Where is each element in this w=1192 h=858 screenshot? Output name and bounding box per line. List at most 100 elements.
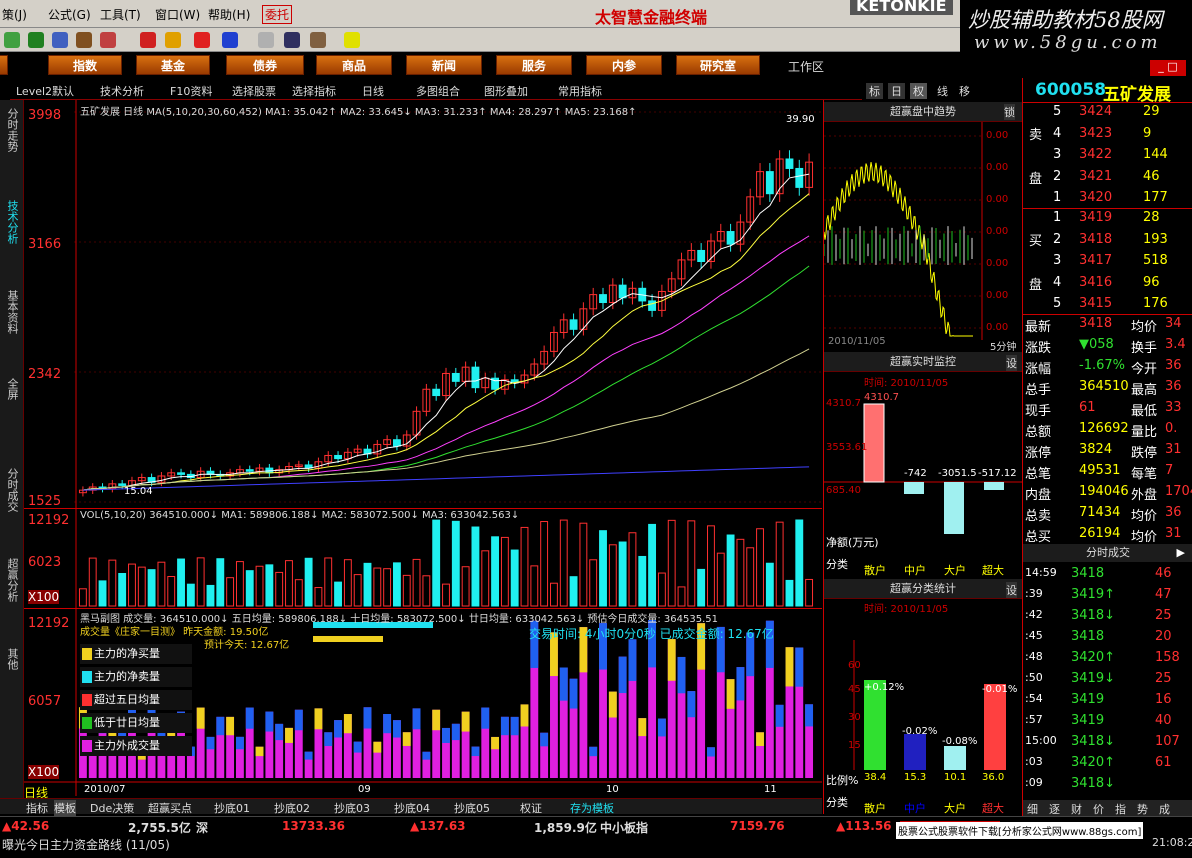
tab-fullscreen[interactable]: 全屏 [6, 378, 19, 400]
binoculars-icon[interactable] [76, 32, 92, 48]
deep-bar-top [226, 716, 235, 736]
btab-save-template[interactable]: 存为模板 [570, 800, 614, 816]
btab-bottom02[interactable]: 抄底02 [274, 800, 310, 816]
select-stock-btn[interactable]: 选择股票 [232, 83, 276, 99]
tab-rights[interactable]: 权 [910, 83, 927, 99]
deep-bar-top [618, 656, 627, 694]
icon-button-1[interactable] [4, 32, 20, 48]
menu-formula[interactable]: 公式(G) [48, 6, 91, 23]
panel3-set-btn[interactable]: 设 [1006, 582, 1017, 598]
icon-button-2[interactable] [28, 32, 44, 48]
nav-research[interactable]: 研究室 [676, 55, 760, 75]
btab-dde[interactable]: Dde决策 [90, 800, 134, 816]
btab-template[interactable]: 模板 [54, 800, 76, 816]
btab-bottom05[interactable]: 抄底05 [454, 800, 490, 816]
right-tab-5[interactable]: 势 [1137, 801, 1148, 817]
right-tab-6[interactable]: 成 [1159, 801, 1170, 817]
icon-button-3[interactable] [52, 32, 68, 48]
level2-select[interactable]: Level2默认 [16, 83, 74, 99]
right-tab-1[interactable]: 逐 [1049, 801, 1060, 817]
icon-button-7[interactable] [165, 32, 181, 48]
tab-day[interactable]: 日 [888, 83, 905, 99]
volume-bar [648, 523, 657, 607]
ask-price[interactable]: 3423 [1079, 126, 1112, 141]
tab-line[interactable]: 线 [934, 83, 951, 99]
bid-price[interactable]: 3419 [1079, 210, 1112, 225]
period-select[interactable]: 日线 [362, 83, 384, 99]
right-tab-4[interactable]: 指 [1115, 801, 1126, 817]
volume-bar [167, 576, 176, 607]
tick-time: :45 [1025, 629, 1043, 642]
ask-price[interactable]: 3420 [1079, 190, 1112, 205]
tech-analysis-btn[interactable]: 技术分析 [100, 83, 144, 99]
right-tab-0[interactable]: 细 [1027, 801, 1038, 817]
common-indicator-btn[interactable]: 常用指标 [558, 83, 602, 99]
workspace-label[interactable]: 工作区 [788, 58, 824, 75]
btab-indicator[interactable]: 指标 [26, 800, 48, 816]
candle-body [245, 469, 254, 472]
tab-trades[interactable]: 分时成交 [6, 468, 19, 512]
nav-index[interactable]: 指数 [48, 55, 122, 75]
bid-price[interactable]: 3415 [1079, 296, 1112, 311]
nav-insider[interactable]: 内参 [586, 55, 662, 75]
nav-service[interactable]: 服务 [496, 55, 572, 75]
icon-button-8[interactable] [194, 32, 210, 48]
nav-first[interactable] [0, 55, 8, 75]
tab-move[interactable]: 移 [956, 83, 973, 99]
help-icon[interactable] [344, 32, 360, 48]
overlay-btn[interactable]: 图形叠加 [484, 83, 528, 99]
tab-mark[interactable]: 标 [866, 83, 883, 99]
menu-tools[interactable]: 工具(T) [100, 6, 141, 23]
tab-super-analysis[interactable]: 超赢分析 [6, 558, 19, 602]
play-icon[interactable]: ▶ [1177, 544, 1185, 562]
bid-price[interactable]: 3418 [1079, 232, 1112, 247]
bid-price[interactable]: 3416 [1079, 275, 1112, 290]
menu-policy[interactable]: 策(J) [2, 6, 27, 23]
chart-icon[interactable] [310, 32, 326, 48]
icon-button-10[interactable] [258, 32, 274, 48]
right-tab-2[interactable]: 财 [1071, 801, 1082, 817]
bid-price[interactable]: 3417 [1079, 253, 1112, 268]
volume-bar [118, 573, 127, 607]
right-tab-3[interactable]: 价 [1093, 801, 1104, 817]
window-controls[interactable]: _ □ [1150, 60, 1186, 76]
btab-warrant[interactable]: 权证 [520, 800, 542, 816]
tab-technical[interactable]: 技术分析 [6, 200, 19, 244]
deep-bar-top [726, 679, 735, 709]
nav-commodity[interactable]: 商品 [316, 55, 392, 75]
tab-fundamentals[interactable]: 基本资料 [6, 290, 19, 334]
menu-entrust[interactable]: 委托 [262, 5, 293, 24]
btab-buypoint[interactable]: 超赢买点 [148, 800, 192, 816]
btab-bottom04[interactable]: 抄底04 [394, 800, 430, 816]
menu-help[interactable]: 帮助(H) [208, 6, 250, 23]
deep-bar-top [510, 716, 519, 736]
ad-text[interactable]: 股票公式股票软件下载[分析家公式网www.88gs.com] [896, 822, 1144, 839]
nav-bond[interactable]: 债券 [226, 55, 304, 75]
icon-button-5[interactable] [100, 32, 116, 48]
tick-price: 3418↓ [1071, 734, 1115, 749]
volume-bar [687, 520, 696, 607]
ask-price[interactable]: 3421 [1079, 169, 1112, 184]
ticker-text[interactable]: 曝光今日主力资金路线 (11/05) [2, 836, 170, 853]
multi-chart-btn[interactable]: 多图组合 [416, 83, 460, 99]
volume-bar [137, 566, 146, 607]
btab-bottom01[interactable]: 抄底01 [214, 800, 250, 816]
main-chart: 五矿发展 日线 MA(5,10,20,30,60,452) MA1: 35.04… [24, 100, 822, 800]
panel2-set-btn[interactable]: 设 [1006, 355, 1017, 371]
select-indicator-btn[interactable]: 选择指标 [292, 83, 336, 99]
tab-other[interactable]: 其他 [6, 648, 19, 670]
menu-window[interactable]: 窗口(W) [155, 6, 200, 23]
window-icon[interactable] [284, 32, 300, 48]
deep-bar-top [196, 707, 205, 729]
volume-bar [520, 526, 529, 607]
icon-button-9[interactable] [222, 32, 238, 48]
icon-button-6[interactable] [140, 32, 156, 48]
nav-news[interactable]: 新闻 [406, 55, 482, 75]
panel1-lock-btn[interactable]: 锁 [1004, 104, 1015, 120]
btab-bottom03[interactable]: 抄底03 [334, 800, 370, 816]
tab-timeshare[interactable]: 分时走势 [6, 108, 19, 152]
nav-fund[interactable]: 基金 [136, 55, 210, 75]
f10-btn[interactable]: F10资料 [170, 83, 212, 99]
ask-price[interactable]: 3422 [1079, 147, 1112, 162]
ask-price[interactable]: 3424 [1079, 104, 1112, 119]
